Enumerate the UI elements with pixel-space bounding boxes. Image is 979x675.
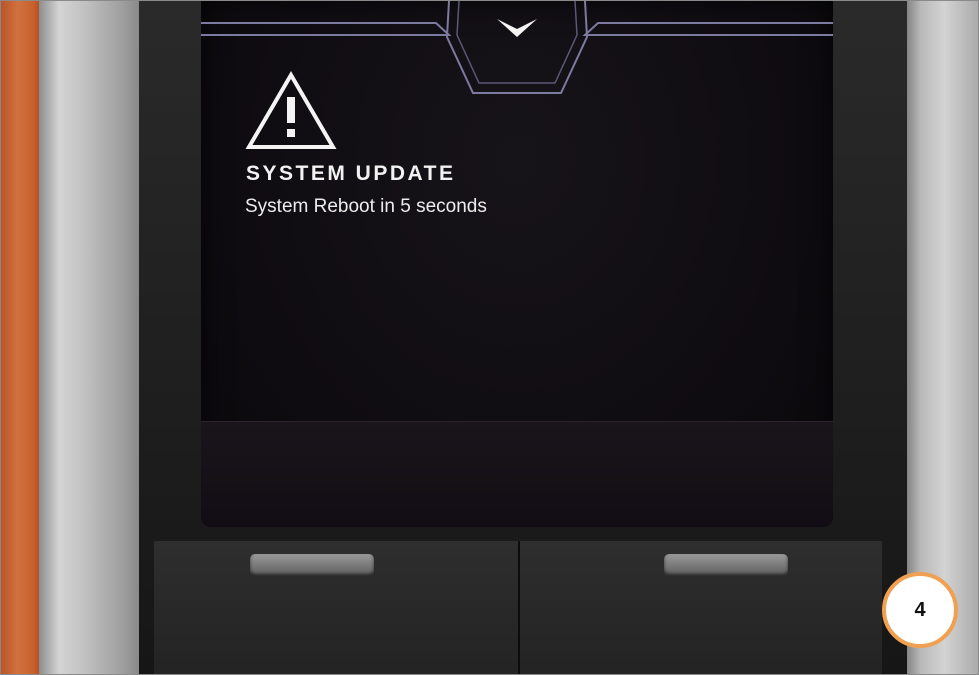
screen-lower-panel: [201, 421, 833, 527]
left-soft-key[interactable]: [154, 541, 520, 674]
step-number: 4: [914, 598, 926, 621]
alert-message: System Reboot in 5 seconds: [245, 196, 487, 217]
leather-trim: [1, 1, 43, 674]
silver-trim-left: [39, 1, 151, 674]
soft-key-bar: [154, 541, 882, 674]
left-key-indicator: [250, 554, 374, 576]
warning-triangle-icon: [245, 71, 337, 149]
chevron-down-icon[interactable]: [497, 19, 537, 37]
alert-title: SYSTEM UPDATE: [246, 162, 456, 185]
photo-frame: SYSTEM UPDATE System Reboot in 5 seconds…: [0, 0, 979, 675]
display-screen: SYSTEM UPDATE System Reboot in 5 seconds: [201, 1, 833, 527]
right-soft-key[interactable]: [520, 541, 882, 674]
right-key-indicator: [664, 554, 788, 576]
step-badge: 4: [882, 572, 958, 648]
